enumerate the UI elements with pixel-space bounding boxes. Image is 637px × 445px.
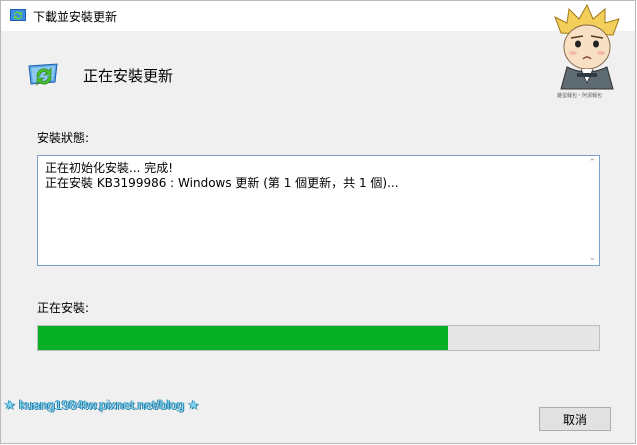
status-label: 安裝狀態: xyxy=(37,131,90,145)
status-line: 正在安裝 KB3199986 : Windows 更新 (第 1 個更新，共 1… xyxy=(45,176,399,190)
window-title: 下載並安裝更新 xyxy=(33,10,118,24)
cancel-button[interactable]: 取消 xyxy=(539,407,611,431)
windows-update-large-icon xyxy=(28,63,58,86)
progress-bar xyxy=(37,325,600,351)
progress-fill xyxy=(38,326,448,350)
progress-label: 正在安裝: xyxy=(37,301,90,315)
scroll-up-arrow-icon[interactable]: ⌃ xyxy=(588,158,596,168)
status-log[interactable]: 正在初始化安裝... 完成! 正在安裝 KB3199986 : Windows … xyxy=(37,155,600,266)
page-title: 正在安裝更新 xyxy=(83,67,174,85)
windows-update-icon xyxy=(10,9,26,21)
update-dialog: 下載並安裝更新 雞蛋麵包・阿湯麵包 正在安裝更新 安裝狀態: 正在初始化安裝..… xyxy=(0,0,636,444)
watermark: ★ kuang1984tw.pixnet.net/blog ★ xyxy=(4,397,200,412)
title-bar: 下載並安裝更新 雞蛋麵包・阿湯麵包 xyxy=(1,1,635,99)
scroll-down-arrow-icon[interactable]: ⌄ xyxy=(588,253,596,263)
dialog-content: 正在安裝更新 安裝狀態: 正在初始化安裝... 完成! 正在安裝 KB31999… xyxy=(1,31,635,443)
